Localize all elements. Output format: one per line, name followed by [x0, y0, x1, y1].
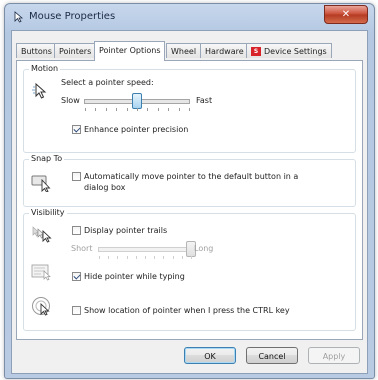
slider-tick [117, 256, 119, 259]
tab-wheel[interactable]: Wheel [166, 43, 202, 58]
snap-to-label-line1[interactable]: Automatically move pointer to the defaul… [84, 172, 298, 181]
slider-tick [135, 256, 137, 259]
close-button[interactable]: ✕ [324, 5, 368, 24]
motion-group: Motion Select a pointer speed: Slow Fast… [23, 64, 356, 153]
tab-device-settings-label: Device Settings [264, 47, 327, 56]
device-settings-icon: S [251, 47, 261, 56]
show-location-checkbox[interactable] [72, 306, 81, 315]
enhance-precision-checkbox[interactable] [72, 125, 81, 134]
enhance-precision-label[interactable]: Enhance pointer precision [84, 125, 188, 134]
ok-button[interactable]: OK [184, 347, 236, 364]
fast-label: Fast [196, 96, 213, 105]
slider-tick [99, 256, 100, 259]
slider-tick [178, 108, 180, 111]
slider-tick [154, 256, 156, 259]
slider-tick [137, 108, 138, 111]
snap-to-group-label: Snap To [29, 154, 65, 163]
slider-tick [116, 108, 118, 111]
hide-pointer-label[interactable]: Hide pointer while typing [84, 272, 185, 281]
hide-pointer-checkbox[interactable] [72, 272, 81, 281]
motion-group-label: Motion [29, 64, 61, 73]
slider-tick [163, 256, 165, 259]
slider-tick [95, 108, 97, 111]
slider-tick [145, 256, 146, 259]
visibility-group-label: Visibility [29, 208, 67, 217]
pointer-speed-icon [32, 82, 47, 99]
cancel-button[interactable]: Cancel [246, 347, 298, 364]
slider-tick [189, 108, 190, 111]
show-location-label[interactable]: Show location of pointer when I press th… [84, 306, 290, 315]
tab-device-settings[interactable]: S Device Settings [246, 43, 332, 58]
slow-label: Slow [61, 96, 80, 105]
pointer-options-panel: Motion Select a pointer speed: Slow Fast… [16, 60, 363, 340]
tab-pointers[interactable]: Pointers [54, 43, 97, 58]
speed-label: Select a pointer speed: [61, 78, 154, 87]
slider-tick [168, 108, 170, 111]
hide-pointer-icon [31, 264, 51, 281]
pointer-trails-icon [32, 226, 52, 243]
snap-to-checkbox[interactable] [72, 172, 81, 181]
slider-tick [191, 256, 192, 259]
pointer-trails-checkbox[interactable] [72, 226, 81, 235]
mouse-properties-window: Mouse Properties ✕ Buttons Pointers Poin… [4, 3, 375, 379]
apply-button[interactable]: Apply [308, 347, 360, 364]
pointer-trails-label[interactable]: Display pointer trails [84, 226, 167, 235]
slider-tick [181, 256, 183, 259]
snap-to-icon [31, 175, 51, 192]
trails-short-label: Short [71, 244, 93, 253]
slider-tick [126, 108, 128, 111]
speed-slider-thumb[interactable] [132, 93, 142, 109]
snap-to-label-line2[interactable]: dialog box [84, 183, 125, 192]
snap-to-group: Snap To Automatically move pointer to th… [23, 154, 356, 207]
slider-tick [85, 108, 86, 111]
window-title: Mouse Properties [29, 11, 116, 22]
slider-tick [105, 108, 107, 111]
tab-buttons[interactable]: Buttons [16, 43, 57, 58]
trails-slider-track[interactable] [98, 247, 192, 252]
slider-tick [157, 108, 159, 111]
tab-pointer-options[interactable]: Pointer Options [94, 41, 166, 61]
slider-tick [147, 108, 149, 111]
tab-hardware[interactable]: Hardware [200, 43, 249, 58]
trails-long-label: Long [194, 244, 214, 253]
title-bar[interactable]: Mouse Properties ✕ [5, 4, 374, 30]
show-location-icon [32, 297, 50, 316]
dialog-client-area: Buttons Pointers Pointer Options Wheel H… [11, 30, 368, 374]
tab-strip: Buttons Pointers Pointer Options Wheel H… [16, 41, 363, 61]
slider-tick [126, 256, 128, 259]
slider-tick [172, 256, 174, 259]
mouse-icon [14, 11, 24, 23]
visibility-group: Visibility Display pointer trails Short … [23, 208, 356, 331]
slider-tick [108, 256, 110, 259]
